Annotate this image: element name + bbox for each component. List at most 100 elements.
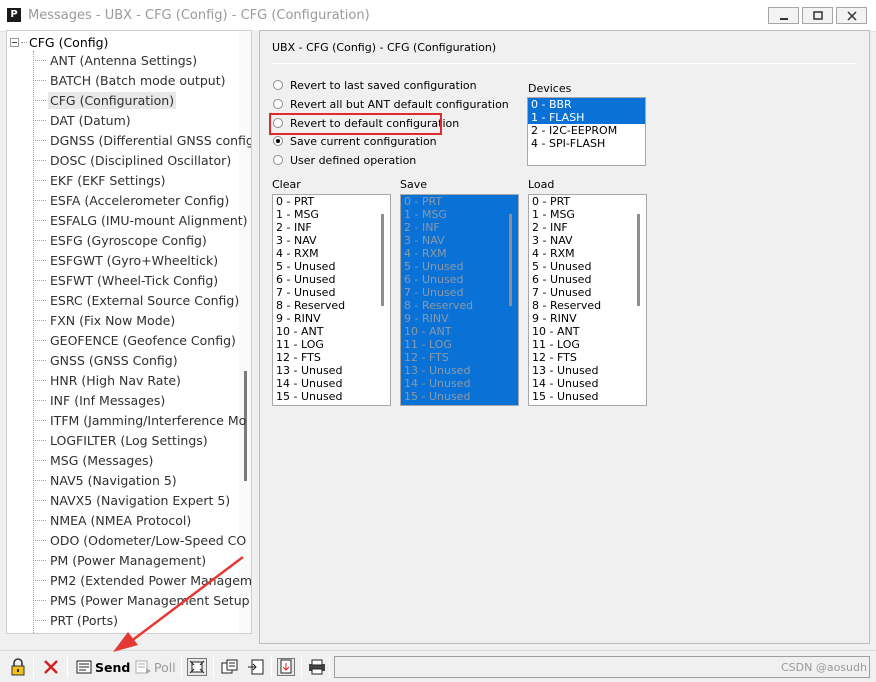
tree-item[interactable]: NAVX5 (Navigation Expert 5) [33, 490, 251, 510]
export-button[interactable] [277, 657, 295, 677]
save-section-item[interactable]: 9 - RINV [401, 312, 518, 325]
tree-item[interactable]: NAV5 (Navigation 5) [33, 470, 251, 490]
tree-item[interactable]: EKF (EKF Settings) [33, 170, 251, 190]
load-section-item[interactable]: 0 - PRT [529, 195, 646, 208]
pane-splitter[interactable] [253, 30, 258, 648]
clear-section-item[interactable]: 4 - RXM [273, 247, 390, 260]
tree-item[interactable]: DAT (Datum) [33, 110, 251, 130]
load-section-item[interactable]: 6 - Unused [529, 273, 646, 286]
save-section-item[interactable]: 5 - Unused [401, 260, 518, 273]
radio-button[interactable] [273, 99, 283, 109]
load-section-item[interactable]: 11 - LOG [529, 338, 646, 351]
save-section-item[interactable]: 2 - INF [401, 221, 518, 234]
tree-item[interactable]: ESFA (Accelerometer Config) [33, 190, 251, 210]
message-tree[interactable]: CFG (Config) ANT (Antenna Settings) BATCH… [6, 30, 252, 634]
clear-section-item[interactable]: 7 - Unused [273, 286, 390, 299]
clear-section-item[interactable]: 5 - Unused [273, 260, 390, 273]
radio-button[interactable] [273, 80, 283, 90]
radio-button[interactable] [273, 155, 283, 165]
tree-item[interactable]: CFG (Configuration) [33, 90, 251, 110]
tree-item[interactable]: BATCH (Batch mode output) [33, 70, 251, 90]
tree-root-node[interactable]: CFG (Config) [10, 33, 108, 51]
tree-item[interactable]: ESFALG (IMU-mount Alignment) [33, 210, 251, 230]
load-section-item[interactable]: 5 - Unused [529, 260, 646, 273]
save-section-item[interactable]: 7 - Unused [401, 286, 518, 299]
radio-option[interactable]: Save current configuration [273, 133, 437, 149]
tree-item[interactable]: GEOFENCE (Geofence Config) [33, 330, 251, 350]
tree-item[interactable]: PM2 (Extended Power Managem [33, 570, 251, 590]
load-scrollbar[interactable] [637, 214, 640, 306]
tree-item[interactable]: PMS (Power Management Setup [33, 590, 251, 610]
clear-section-item[interactable]: 3 - NAV [273, 234, 390, 247]
clear-section-item[interactable]: 15 - Unused [273, 390, 390, 403]
radio-option[interactable]: User defined operation [273, 152, 416, 168]
device-item[interactable]: 2 - I2C-EEPROM [528, 124, 645, 137]
save-scrollbar[interactable] [509, 214, 512, 306]
tree-item[interactable]: ITFM (Jamming/Interference Mo [33, 410, 251, 430]
clear-section-item[interactable]: 12 - FTS [273, 351, 390, 364]
close-button[interactable] [836, 7, 867, 24]
load-section-item[interactable]: 10 - ANT [529, 325, 646, 338]
clear-section-item[interactable]: 0 - PRT [273, 195, 390, 208]
import-button[interactable] [247, 657, 265, 677]
load-section-item[interactable]: 9 - RINV [529, 312, 646, 325]
radio-option[interactable]: Revert all but ANT default configuration [273, 96, 509, 112]
save-section-item[interactable]: 13 - Unused [401, 364, 518, 377]
tree-item[interactable]: GNSS (GNSS Config) [33, 350, 251, 370]
save-section-item[interactable]: 0 - PRT [401, 195, 518, 208]
tree-item[interactable]: NMEA (NMEA Protocol) [33, 510, 251, 530]
save-section-item[interactable]: 6 - Unused [401, 273, 518, 286]
clear-section-item[interactable]: 14 - Unused [273, 377, 390, 390]
tree-item[interactable]: ESRC (External Source Config) [33, 290, 251, 310]
tree-item[interactable]: PM (Power Management) [33, 550, 251, 570]
tree-item[interactable]: ESFWT (Wheel-Tick Config) [33, 270, 251, 290]
poll-button[interactable]: Poll [135, 657, 176, 677]
maximize-button[interactable] [802, 7, 833, 24]
save-section-item[interactable]: 8 - Reserved [401, 299, 518, 312]
load-section-item[interactable]: 8 - Reserved [529, 299, 646, 312]
tree-item[interactable]: PRT (Ports) [33, 610, 251, 630]
save-section-item[interactable]: 11 - LOG [401, 338, 518, 351]
clear-section-item[interactable]: 11 - LOG [273, 338, 390, 351]
save-section-item[interactable]: 1 - MSG [401, 208, 518, 221]
delete-button[interactable] [43, 657, 59, 677]
device-item[interactable]: 1 - FLASH [528, 111, 645, 124]
tree-item[interactable]: DOSC (Disciplined Oscillator) [33, 150, 251, 170]
clear-section-item[interactable]: 8 - Reserved [273, 299, 390, 312]
save-listbox[interactable]: 0 - PRT 1 - MSG 2 - INF 3 - NAV 4 - RXM 5 - U… [400, 194, 519, 406]
tree-item[interactable]: DGNSS (Differential GNSS config [33, 130, 251, 150]
save-section-item[interactable]: 12 - FTS [401, 351, 518, 364]
save-section-item[interactable]: 10 - ANT [401, 325, 518, 338]
load-section-item[interactable]: 15 - Unused [529, 390, 646, 403]
load-listbox[interactable]: 0 - PRT 1 - MSG 2 - INF 3 - NAV 4 - RXM 5 - U… [528, 194, 647, 406]
devices-listbox[interactable]: 0 - BBR 1 - FLASH 2 - I2C-EEPROM 4 - SPI-FL… [527, 97, 646, 166]
device-item[interactable]: 4 - SPI-FLASH [528, 137, 645, 150]
tree-item[interactable]: ESFGWT (Gyro+Wheeltick) [33, 250, 251, 270]
clear-scrollbar[interactable] [381, 214, 384, 306]
load-section-item[interactable]: 3 - NAV [529, 234, 646, 247]
load-section-item[interactable]: 12 - FTS [529, 351, 646, 364]
tree-item[interactable]: FXN (Fix Now Mode) [33, 310, 251, 330]
tree-item[interactable]: ANT (Antenna Settings) [33, 50, 251, 70]
lock-button[interactable] [10, 657, 26, 677]
clear-section-item[interactable]: 6 - Unused [273, 273, 390, 286]
load-section-item[interactable]: 14 - Unused [529, 377, 646, 390]
tree-item[interactable]: ODO (Odometer/Low-Speed CO [33, 530, 251, 550]
collapse-icon[interactable] [10, 37, 19, 47]
clear-section-item[interactable]: 2 - INF [273, 221, 390, 234]
send-button[interactable]: Send [76, 657, 130, 677]
load-section-item[interactable]: 13 - Unused [529, 364, 646, 377]
clear-section-item[interactable]: 10 - ANT [273, 325, 390, 338]
minimize-button[interactable] [768, 7, 799, 24]
tree-item[interactable]: HNR (High Nav Rate) [33, 370, 251, 390]
tree-item[interactable]: ESFG (Gyroscope Config) [33, 230, 251, 250]
clear-section-item[interactable]: 9 - RINV [273, 312, 390, 325]
tree-item[interactable]: LOGFILTER (Log Settings) [33, 430, 251, 450]
clear-section-item[interactable]: 1 - MSG [273, 208, 390, 221]
clear-listbox[interactable]: 0 - PRT 1 - MSG 2 - INF 3 - NAV 4 - RXM 5 - U… [272, 194, 391, 406]
clear-section-item[interactable]: 13 - Unused [273, 364, 390, 377]
save-section-item[interactable]: 4 - RXM [401, 247, 518, 260]
load-section-item[interactable]: 1 - MSG [529, 208, 646, 221]
save-section-item[interactable]: 15 - Unused [401, 390, 518, 403]
auto-poll-button[interactable] [187, 657, 207, 677]
